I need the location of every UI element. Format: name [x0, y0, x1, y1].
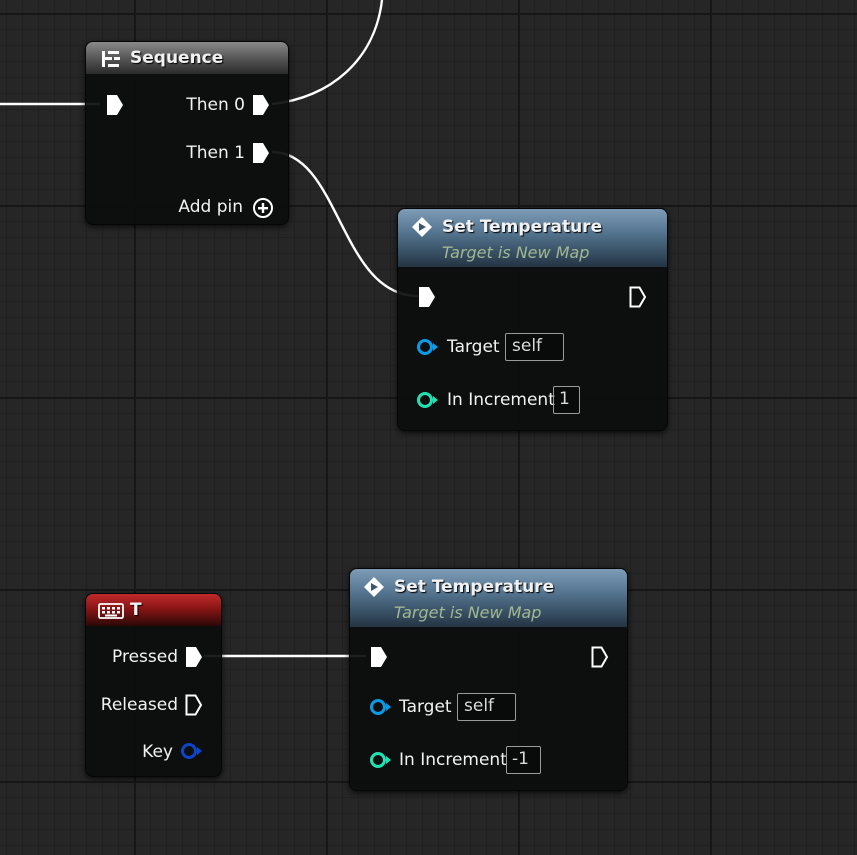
increment-value-field[interactable]: 1	[553, 386, 580, 414]
set-temperature-node[interactable]: Set Temperature Target is New Map Target…	[397, 208, 668, 431]
exec-input-pin[interactable]	[370, 646, 388, 668]
node-title: Set Temperature	[442, 217, 603, 237]
sequence-icon	[102, 51, 120, 67]
exec-output-pin-then-0[interactable]	[252, 94, 270, 116]
exec-output-pin-then-1[interactable]	[252, 142, 270, 164]
exec-input-pin[interactable]	[418, 286, 436, 308]
target-value-field[interactable]: self	[505, 333, 564, 361]
increment-int-pin[interactable]	[369, 751, 393, 769]
node-title: Set Temperature	[394, 577, 555, 597]
then-0-label: Then 0	[186, 95, 245, 115]
exec-output-pin-released[interactable]	[185, 694, 203, 716]
node-subtitle: Target is New Map	[394, 603, 542, 622]
target-value-field[interactable]: self	[457, 693, 516, 721]
released-label: Released	[100, 695, 178, 715]
set-temperature-node[interactable]: Set Temperature Target is New Map Target…	[349, 568, 628, 791]
node-title: T	[130, 600, 142, 620]
key-struct-pin[interactable]	[180, 742, 204, 760]
function-icon	[364, 577, 384, 597]
increment-value-field[interactable]: -1	[506, 746, 541, 774]
exec-output-pin[interactable]	[629, 286, 647, 308]
function-icon	[412, 217, 432, 237]
target-object-pin[interactable]	[369, 698, 393, 716]
target-label: Target	[447, 337, 500, 357]
keyboard-icon	[98, 603, 124, 619]
target-label: Target	[399, 697, 452, 717]
node-title: Sequence	[130, 48, 224, 68]
node-subtitle: Target is New Map	[442, 243, 590, 262]
exec-input-pin[interactable]	[106, 94, 124, 116]
pressed-label: Pressed	[112, 647, 178, 667]
target-object-pin[interactable]	[416, 338, 440, 356]
key-label: Key	[142, 742, 173, 762]
add-pin-label[interactable]: Add pin	[178, 197, 243, 217]
exec-output-pin[interactable]	[591, 646, 609, 668]
increment-int-pin[interactable]	[416, 391, 440, 409]
key-event-node[interactable]: T Pressed Released Key	[85, 593, 222, 777]
increment-label: In Increment	[447, 390, 555, 410]
increment-label: In Increment	[399, 750, 507, 770]
add-circle-icon[interactable]	[252, 197, 274, 219]
exec-output-pin-pressed[interactable]	[185, 646, 203, 668]
then-1-label: Then 1	[186, 143, 245, 163]
sequence-node[interactable]: Sequence Then 0 Then 1 Add pin	[85, 41, 289, 225]
